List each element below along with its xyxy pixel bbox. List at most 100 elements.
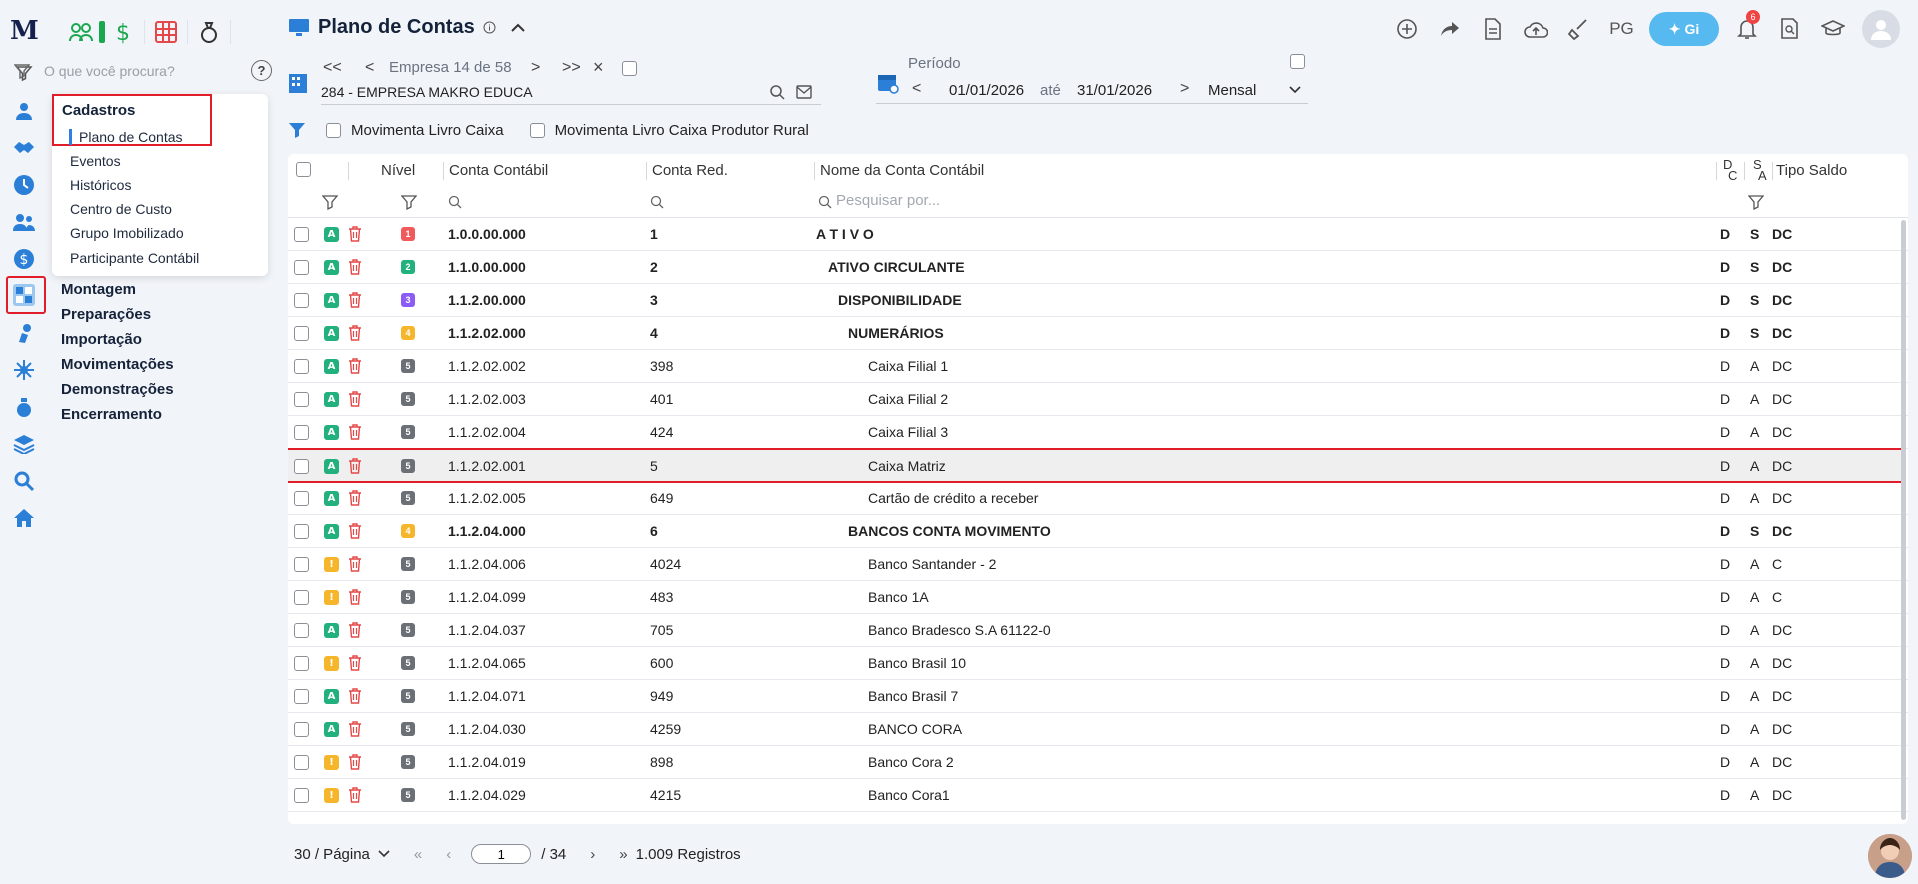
table-row[interactable]: A 5 1.1.2.02.005 649 Cartão de crédito a rec… (288, 482, 1908, 515)
company-checkbox[interactable] (622, 61, 637, 76)
support-avatar[interactable] (1868, 834, 1912, 878)
row-checkbox[interactable] (294, 458, 309, 474)
filter-icon[interactable] (1748, 194, 1764, 210)
table-row[interactable]: A 5 1.1.2.02.003 401 Caixa Filial 2 D A DC (288, 383, 1908, 416)
gi-assistant-button[interactable]: ✦ Gi (1649, 12, 1719, 46)
pg-button[interactable]: PG (1600, 10, 1643, 48)
trash-icon[interactable] (348, 787, 362, 803)
last-page-button[interactable]: » (619, 846, 627, 863)
graduation-cap-icon[interactable] (1811, 10, 1854, 48)
cloud-upload-icon[interactable] (1514, 10, 1557, 48)
row-checkbox[interactable] (294, 688, 309, 704)
mail-icon[interactable] (796, 85, 812, 99)
help-icon[interactable]: ? (251, 60, 272, 81)
livro-caixa-rural-checkbox[interactable] (529, 122, 545, 138)
handshake-icon[interactable] (11, 135, 37, 161)
search-input[interactable] (44, 63, 234, 79)
table-row[interactable]: ! 5 1.1.2.04.019 898 Banco Cora 2 D A DC (288, 746, 1908, 779)
network-icon[interactable] (11, 357, 37, 383)
trash-icon[interactable] (348, 688, 362, 704)
row-checkbox[interactable] (294, 292, 309, 308)
broom-icon[interactable] (1557, 10, 1600, 48)
spreadsheet-icon[interactable] (151, 18, 181, 46)
nav-demonstracoes[interactable]: Demonstrações (61, 381, 174, 398)
table-row[interactable]: A 5 1.1.2.04.037 705 Banco Bradesco S.A 6112… (288, 614, 1908, 647)
table-row[interactable]: A 1 1.0.0.00.000 1 A T I V O D S DC (288, 218, 1908, 251)
trash-icon[interactable] (348, 589, 362, 605)
table-row[interactable]: A 5 1.1.2.04.071 949 Banco Brasil 7 D A DC (288, 680, 1908, 713)
nav-preparacoes[interactable]: Preparações (61, 306, 151, 323)
row-checkbox[interactable] (294, 754, 309, 770)
name-search-input[interactable] (836, 192, 1236, 209)
filter-icon[interactable] (401, 194, 417, 210)
trash-icon[interactable] (348, 325, 362, 341)
report-search-icon[interactable] (1768, 10, 1811, 48)
table-scrollbar[interactable] (1901, 220, 1906, 820)
nav-encerramento[interactable]: Encerramento (61, 406, 162, 423)
column-tipo-saldo[interactable]: Tipo Saldo (1776, 154, 1847, 186)
next-page-button[interactable]: › (590, 846, 595, 863)
user-avatar[interactable] (1862, 10, 1900, 48)
funnel-icon[interactable] (288, 121, 306, 139)
bell-icon[interactable]: 6 (1725, 10, 1768, 48)
home-icon[interactable] (11, 505, 37, 531)
pen-icon[interactable] (11, 320, 37, 346)
row-checkbox[interactable] (294, 655, 309, 671)
row-checkbox[interactable] (294, 424, 309, 440)
per-page-select[interactable]: 30 / Página (294, 846, 390, 863)
period-end[interactable]: 31/01/2026 (1077, 82, 1152, 99)
select-all-checkbox[interactable] (296, 162, 311, 177)
prev-page-button[interactable]: ‹ (446, 846, 451, 863)
livro-caixa-checkbox[interactable] (326, 122, 341, 138)
row-checkbox[interactable] (294, 358, 309, 374)
table-row[interactable]: A 5 1.1.2.02.001 5 Caixa Matriz D A DC (288, 448, 1904, 483)
money-bag-icon[interactable] (11, 394, 37, 420)
prev-period-button[interactable]: < (912, 80, 921, 98)
trash-icon[interactable] (348, 622, 362, 638)
search-icon[interactable] (448, 195, 462, 209)
app-logo[interactable]: M (10, 16, 39, 46)
first-company-button[interactable]: << (323, 59, 342, 77)
submenu-item-participante-contabil[interactable]: Participante Contábil (70, 250, 199, 266)
trash-icon[interactable] (348, 523, 362, 539)
row-checkbox[interactable] (294, 259, 309, 275)
table-row[interactable]: A 2 1.1.0.00.000 2 ATIVO CIRCULANTE D S DC (288, 251, 1908, 284)
row-checkbox[interactable] (294, 226, 309, 242)
submenu-item-plano-de-contas[interactable]: Plano de Contas (69, 129, 183, 145)
search-icon[interactable] (818, 195, 832, 209)
column-nome[interactable]: Nome da Conta Contábil (820, 154, 984, 186)
layers-icon[interactable] (11, 431, 37, 457)
trash-icon[interactable] (348, 391, 362, 407)
row-checkbox[interactable] (294, 490, 309, 506)
table-row[interactable]: ! 5 1.1.2.04.065 600 Banco Brasil 10 D A DC (288, 647, 1908, 680)
info-icon[interactable] (483, 21, 496, 34)
add-circle-icon[interactable] (1385, 10, 1428, 48)
column-dc[interactable]: D C (1718, 154, 1737, 186)
next-period-button[interactable]: > (1180, 80, 1189, 98)
trash-icon[interactable] (348, 556, 362, 572)
trash-icon[interactable] (348, 721, 362, 737)
dollar-sign-icon[interactable]: $ (108, 18, 138, 46)
column-conta-red[interactable]: Conta Red. (652, 154, 728, 186)
table-row[interactable]: ! 5 1.1.2.04.029 4215 Banco Cora1 D A DC (288, 779, 1908, 812)
trash-icon[interactable] (348, 292, 362, 308)
trash-icon[interactable] (348, 259, 362, 275)
column-nivel[interactable]: Nível (381, 154, 415, 186)
filter-icon[interactable] (322, 194, 338, 210)
trash-icon[interactable] (348, 655, 362, 671)
user-icon[interactable] (11, 98, 37, 124)
row-checkbox[interactable] (294, 391, 309, 407)
page-input[interactable] (471, 844, 532, 864)
column-sa[interactable]: S A (1748, 154, 1767, 186)
table-row[interactable]: A 3 1.1.2.00.000 3 DISPONIBILIDADE D S DC (288, 284, 1908, 317)
people-icon[interactable] (66, 18, 96, 46)
magnifier-icon[interactable] (11, 468, 37, 494)
accounting-icon[interactable] (11, 282, 37, 308)
row-checkbox[interactable] (294, 325, 309, 341)
close-icon[interactable]: × (593, 57, 604, 78)
last-company-button[interactable]: >> (562, 59, 581, 77)
column-conta-contabil[interactable]: Conta Contábil (449, 154, 548, 186)
table-row[interactable]: ! 5 1.1.2.04.099 483 Banco 1A D A C (288, 581, 1908, 614)
row-checkbox[interactable] (294, 721, 309, 737)
trash-icon[interactable] (348, 490, 362, 506)
